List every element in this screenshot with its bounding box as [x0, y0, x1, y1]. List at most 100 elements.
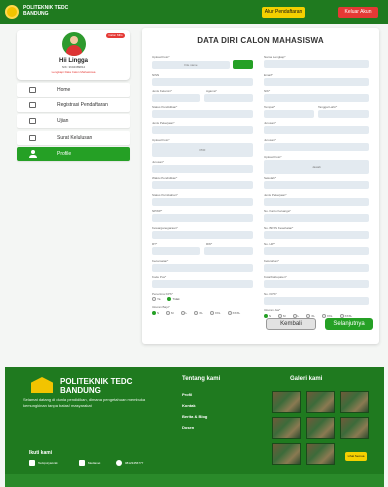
facebook-icon: [29, 460, 35, 466]
back-button[interactable]: Kembali: [266, 318, 316, 330]
kps-ya-option[interactable]: Ya: [152, 297, 160, 301]
status-pendidikan-input[interactable]: [152, 110, 253, 118]
avatar-body: [66, 45, 82, 56]
jenis-pekerjaan-right-input[interactable]: [264, 198, 369, 206]
kota-input[interactable]: [264, 280, 369, 288]
label-agama: Agama*: [206, 89, 217, 93]
sidebar-item-label: Registrasi Pendaftaran: [57, 102, 108, 108]
no-hp-input[interactable]: [264, 247, 369, 255]
sidebar-item-surat-kelulusan[interactable]: Surat Kelulusan: [17, 131, 130, 145]
gallery-photo[interactable]: [306, 443, 335, 465]
baju-size-s[interactable]: S: [152, 311, 159, 315]
label-nik: NIK*: [264, 89, 271, 93]
label-status-pendidikan: Status Pendidikan*: [152, 105, 178, 109]
gallery-photo[interactable]: [272, 391, 301, 413]
gallery-photo[interactable]: [272, 443, 301, 465]
no-bpjs-input[interactable]: [264, 231, 369, 239]
social-whatsapp[interactable]: 08123456777: [116, 460, 143, 466]
label-upload-right: Upload Foto*: [264, 155, 282, 159]
college-logo-icon[interactable]: [5, 5, 19, 19]
exam-icon: [29, 118, 36, 124]
certificate-icon: [29, 135, 36, 141]
footer-link-profil[interactable]: Profil: [182, 392, 192, 397]
nik-input[interactable]: [264, 94, 369, 102]
waktu-pendidikan-input[interactable]: [152, 181, 253, 189]
footer-brand: POLITEKNIK TEDC BANDUNG: [60, 377, 133, 395]
ukuran-baju-radio-group: S M L XL XXL XXXL: [152, 311, 244, 315]
logout-button[interactable]: Keluar Akun: [338, 7, 378, 18]
baju-size-m[interactable]: M: [166, 311, 174, 315]
baju-size-xl[interactable]: XL: [194, 311, 203, 315]
tanggal-lahir-input[interactable]: [318, 110, 369, 118]
nisn-input[interactable]: [152, 78, 253, 86]
label-nama-lengkap: Nama Lengkap*: [264, 55, 286, 59]
gallery-photo[interactable]: [340, 417, 369, 439]
kps-radio-group: Ya Tidak: [152, 297, 184, 301]
jenis-pekerjaan-input[interactable]: [152, 126, 253, 134]
tempat-input[interactable]: [264, 110, 314, 118]
footer-link-dosen[interactable]: Dosen: [182, 425, 194, 430]
see-all-button[interactable]: Lihat Semua: [345, 452, 367, 461]
sidebar-item-profile[interactable]: Profile: [17, 147, 130, 161]
upload-right-input[interactable]: Jawab: [264, 160, 369, 174]
label-tanggal-lahir: Tanggal Lahir*: [318, 105, 338, 109]
footer-description: Selamat datang di dunia pendidikan, dima…: [23, 397, 146, 408]
label-rt: RT*: [152, 242, 158, 246]
next-button[interactable]: Selanjutnya: [325, 318, 373, 330]
upload-button[interactable]: [233, 60, 253, 69]
sidebar-item-label: Home: [57, 87, 71, 93]
upload-ijazah-input[interactable]: PDF: [152, 143, 253, 157]
sekolah-input[interactable]: [264, 181, 369, 189]
footer-link-kontak[interactable]: Kontak: [182, 403, 196, 408]
kecamatan-input[interactable]: [152, 264, 253, 272]
rw-input[interactable]: [204, 247, 253, 255]
brand-name[interactable]: POLITEKNIK TEDC BANDUNG: [23, 5, 83, 17]
baju-size-xxl[interactable]: XXL: [209, 311, 221, 315]
gallery-photo[interactable]: [306, 417, 335, 439]
agama-select[interactable]: [204, 94, 253, 102]
footer-link-berita[interactable]: Berita & Blog: [182, 414, 207, 419]
upload-foto-input[interactable]: File name: [152, 61, 230, 69]
jurusan-input[interactable]: [152, 165, 253, 173]
gallery-photo[interactable]: [340, 391, 369, 413]
social-facebook[interactable]: Tedcpolyteknik: [29, 460, 58, 466]
status-pernikahan-input[interactable]: [152, 198, 253, 206]
whatsapp-icon: [116, 460, 122, 466]
kewarganegaraan-input[interactable]: [152, 231, 253, 239]
jurusan-right-input[interactable]: [264, 126, 369, 134]
sidebar-item-label: Surat Kelulusan: [57, 135, 93, 141]
sidebar-item-registrasi[interactable]: Registrasi Pendaftaran: [17, 98, 130, 112]
avatar-head: [70, 36, 78, 44]
baju-size-xxxl[interactable]: XXXL: [227, 311, 240, 315]
label-jurusan: Jurusan*: [152, 160, 164, 164]
kode-pos-input[interactable]: [152, 280, 253, 288]
sidebar-item-label: Profile: [57, 151, 72, 157]
label-jurusan-right-2: Jurusan*: [264, 138, 276, 142]
npwp-input[interactable]: [152, 214, 253, 222]
kps-tidak-option[interactable]: Tidak: [167, 297, 180, 301]
email-input[interactable]: [264, 78, 369, 86]
label-tempat: Tempat*: [264, 105, 276, 109]
baju-size-l[interactable]: L: [180, 311, 187, 315]
no-kps-input[interactable]: [264, 297, 369, 305]
label-status-pernikahan: Status Pernikahan*: [152, 193, 178, 197]
nama-lengkap-input[interactable]: [264, 60, 369, 68]
label-kode-pos: Kode Pos*: [152, 275, 167, 279]
sidebar-item-home[interactable]: Home: [17, 83, 130, 97]
status-badge: Calon Mhs: [106, 33, 125, 38]
jurusan-right-2-input[interactable]: [264, 143, 369, 151]
social-instagram[interactable]: Medianet: [79, 460, 100, 466]
rt-input[interactable]: [152, 247, 200, 255]
label-jenis-kelamin: Jenis Kelamin*: [152, 89, 172, 93]
complete-data-link[interactable]: Lengkapi Data Calon Mahasiswa: [17, 70, 130, 74]
alur-pendaftaran-button[interactable]: Alur Pendaftaran: [262, 7, 305, 18]
gallery-photo[interactable]: [306, 391, 335, 413]
gallery-photo[interactable]: [272, 417, 301, 439]
sidebar-item-ujian[interactable]: Ujian: [17, 114, 130, 128]
no-kk-input[interactable]: [264, 214, 369, 222]
label-nisn: NISN: [152, 73, 160, 77]
kelurahan-input[interactable]: [264, 264, 369, 272]
form-card: DATA DIRI CALON MAHASISWA Upload Foto* F…: [142, 28, 379, 344]
jenis-kelamin-select[interactable]: [152, 94, 200, 102]
label-kecamatan: Kecamatan*: [152, 259, 169, 263]
